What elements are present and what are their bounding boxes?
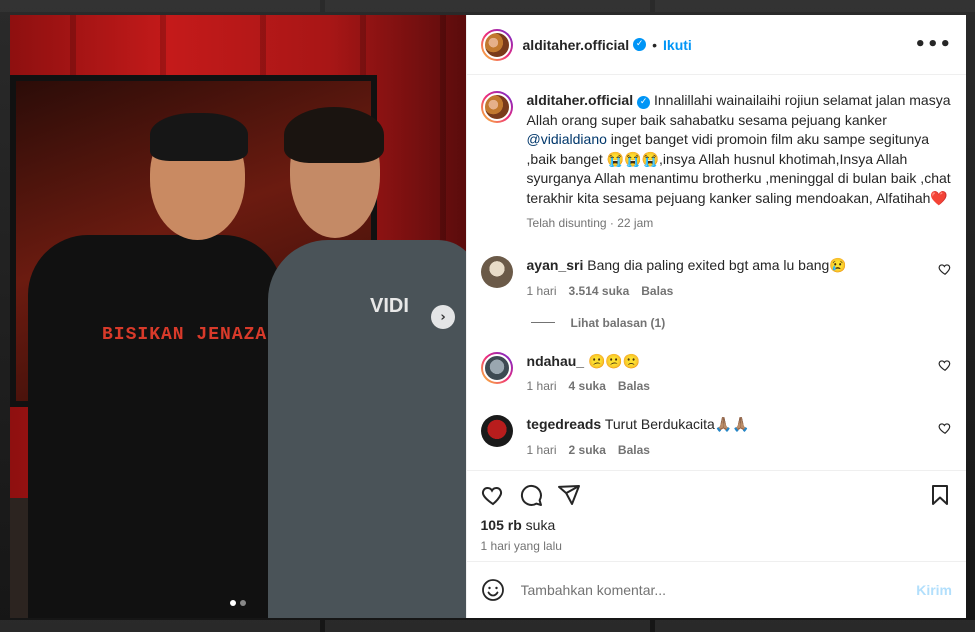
next-slide-button[interactable]: ›: [431, 305, 455, 329]
view-replies-label: Lihat balasan (1): [570, 315, 666, 330]
comment-likes[interactable]: 2 suka: [569, 443, 606, 457]
caption-meta: Telah disunting · 22 jam: [527, 216, 952, 230]
chevron-right-icon: ›: [440, 309, 446, 325]
post-timestamp: 1 hari yang lalu: [480, 539, 562, 553]
verified-badge-icon: ✓: [633, 38, 647, 51]
feed-tile: [0, 0, 320, 12]
feed-tile: [325, 620, 650, 632]
comment-item: tegedreads Turut Berdukacita🙏🏽🙏🏽 1 hari …: [480, 415, 952, 457]
action-icons: [481, 483, 952, 507]
caption-body: alditaher.official ✓ Innalillahi wainaila…: [527, 91, 952, 230]
likes-number: 105 rb: [480, 517, 522, 533]
comment-text: ndahau_ 😕😕🙁: [527, 352, 938, 372]
comment-content: Turut Berdukacita🙏🏽🙏🏽: [604, 416, 750, 432]
caption-username[interactable]: alditaher.official: [527, 92, 634, 108]
follow-button[interactable]: Ikuti: [663, 37, 692, 53]
comment-content: Bang dia paling exited bgt ama lu bang😢: [587, 257, 847, 273]
heart-icon[interactable]: [481, 483, 505, 507]
comment-input[interactable]: [518, 581, 917, 599]
action-bar: 105 rb suka 1 hari yang lalu: [466, 470, 966, 561]
author-username[interactable]: alditaher.official: [523, 37, 630, 53]
caption-text: alditaher.official ✓ Innalillahi wainaila…: [527, 91, 952, 208]
post-image[interactable]: hu BISIKAN JENAZAH VIDI ›: [10, 15, 466, 618]
post-side-panel: alditaher.official ✓ • Ikuti ••• alditah…: [465, 15, 966, 618]
post-modal: hu BISIKAN JENAZAH VIDI › alditaher.offi…: [10, 15, 966, 618]
comment-item: ndahau_ 😕😕🙁 1 hari 4 suka Balas: [480, 351, 952, 394]
share-icon[interactable]: [557, 483, 581, 507]
header-separator: •: [652, 36, 658, 53]
comment-composer: Kirim: [466, 561, 966, 618]
bookmark-icon[interactable]: [928, 483, 952, 507]
reply-button[interactable]: Balas: [641, 284, 673, 298]
avatar-image: [482, 93, 511, 121]
comment-likes[interactable]: 4 suka: [569, 379, 606, 393]
comment-time: 1 hari: [526, 379, 557, 393]
post-comment-button[interactable]: Kirim: [916, 582, 952, 598]
comment-text: tegedreads Turut Berdukacita🙏🏽🙏🏽: [527, 415, 938, 435]
comment-meta: 1 hari 3.514 suka Balas: [527, 284, 938, 298]
comment-time: 1 hari: [526, 442, 557, 457]
comment-body: ndahau_ 😕😕🙁 1 hari 4 suka Balas: [527, 352, 938, 394]
reply-button[interactable]: Balas: [618, 443, 650, 457]
replies-line: [530, 322, 555, 323]
comment-username[interactable]: ayan_sri: [527, 257, 584, 273]
edited-timestamp: Telah disunting · 22 jam: [526, 216, 654, 230]
person-left-hair: [150, 113, 248, 161]
heart-icon[interactable]: [938, 421, 952, 435]
comment-body: ayan_sri Bang dia paling exited bgt ama …: [527, 256, 938, 298]
person-right-hair: [284, 107, 384, 163]
comment-content: 😕😕🙁: [587, 352, 641, 369]
caption-avatar[interactable]: [480, 91, 513, 123]
feed-tile: [0, 620, 320, 632]
emoji-icon[interactable]: [481, 578, 505, 602]
author-avatar[interactable]: [480, 28, 513, 61]
comment-meta: 1 hari 2 suka Balas: [527, 443, 938, 457]
commenter-avatar[interactable]: [480, 351, 513, 384]
comment-item: ayan_sri Bang dia paling exited bgt ama …: [480, 256, 952, 298]
heart-icon[interactable]: [938, 262, 952, 276]
verified-badge-icon: ✓: [637, 96, 651, 109]
avatar-image: [482, 353, 511, 382]
person-right-body: [268, 240, 466, 618]
feed-tile: [655, 0, 975, 12]
carousel-dots: [10, 600, 466, 606]
comment-likes[interactable]: 3.514 suka: [569, 284, 630, 298]
comment-username[interactable]: ndahau_: [527, 353, 585, 369]
reply-button[interactable]: Balas: [618, 379, 650, 393]
shirt-print-right: VIDI: [370, 295, 409, 317]
likes-suffix: suka: [525, 517, 556, 533]
caption: alditaher.official ✓ Innalillahi wainaila…: [480, 91, 952, 230]
caption-mention-link[interactable]: @vidialdiano: [527, 131, 607, 147]
carousel-dot: [239, 600, 246, 606]
comment-text: ayan_sri Bang dia paling exited bgt ama …: [527, 256, 938, 276]
avatar-image: [482, 30, 511, 59]
commenter-avatar[interactable]: [480, 415, 513, 447]
person-left-body: [28, 235, 283, 618]
comment-body: tegedreads Turut Berdukacita🙏🏽🙏🏽 1 hari …: [527, 415, 938, 457]
commenter-avatar[interactable]: [480, 256, 513, 288]
comment-username[interactable]: tegedreads: [527, 416, 602, 432]
post-header: alditaher.official ✓ • Ikuti •••: [466, 15, 966, 75]
carousel-dot-active: [229, 600, 236, 606]
feed-tile: [325, 0, 650, 12]
more-options-icon[interactable]: •••: [914, 34, 952, 55]
likes-count[interactable]: 105 rb suka: [481, 517, 952, 533]
comment-meta: 1 hari 4 suka Balas: [527, 379, 938, 393]
shirt-print-left: BISIKAN JENAZAH: [102, 325, 280, 345]
view-replies-button[interactable]: Lihat balasan (1): [530, 315, 952, 330]
feed-tile: [655, 620, 975, 632]
comments-list[interactable]: alditaher.official ✓ Innalillahi wainaila…: [467, 75, 966, 470]
comment-icon[interactable]: [519, 483, 543, 507]
heart-icon[interactable]: [938, 358, 952, 372]
comment-time: 1 hari: [526, 283, 557, 298]
